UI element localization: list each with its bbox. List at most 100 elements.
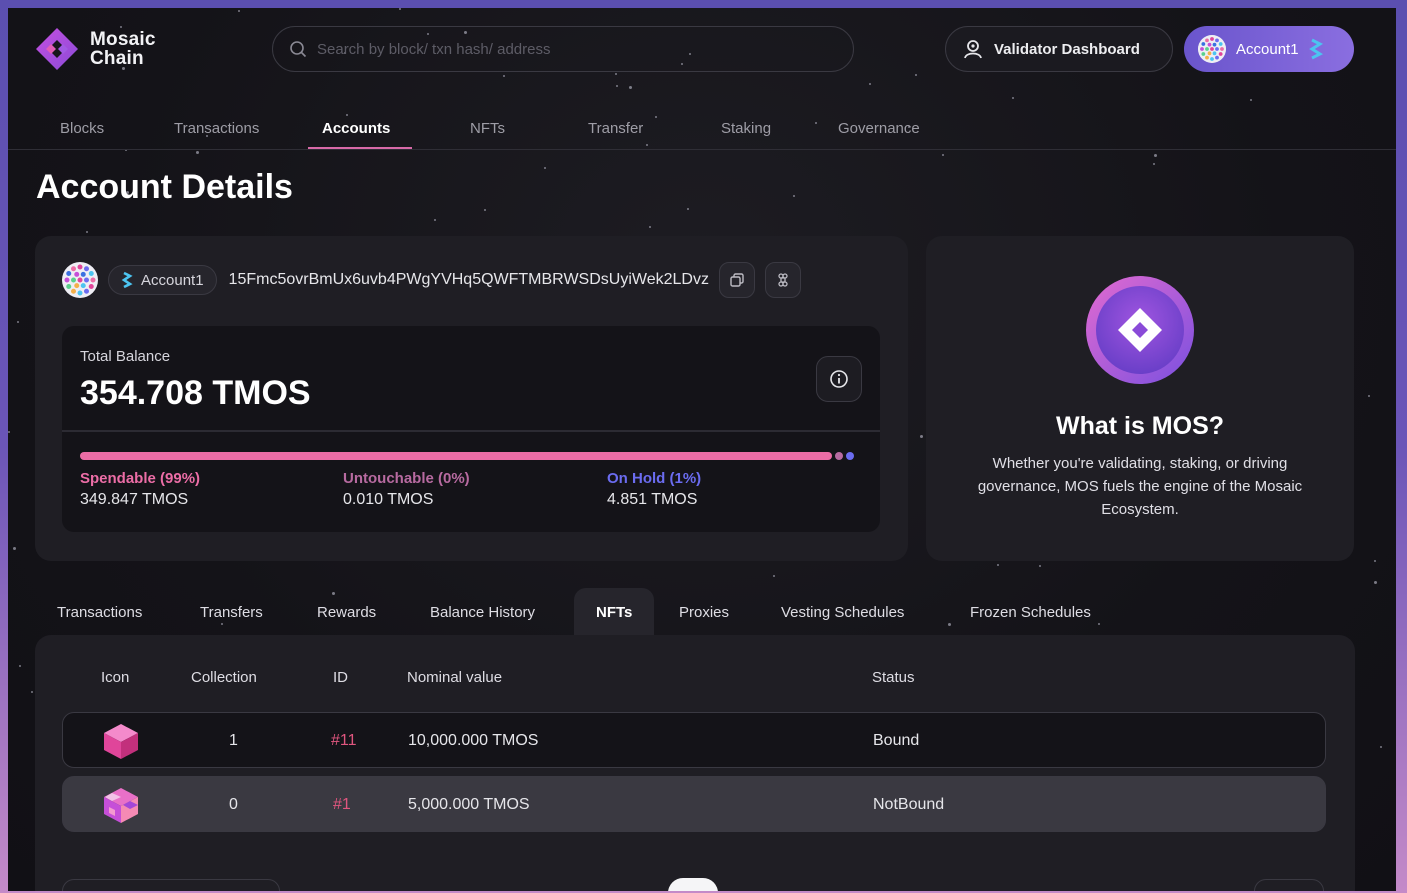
- nav-active-underline: [308, 147, 412, 149]
- account-button[interactable]: Account1: [1184, 26, 1354, 72]
- tab-proxies[interactable]: Proxies: [657, 588, 751, 636]
- on-hold-amount: 4.851 TMOS: [607, 491, 698, 508]
- star-dot: [544, 167, 546, 169]
- nav-item-transactions[interactable]: Transactions: [174, 120, 259, 137]
- star-dot: [196, 151, 199, 154]
- balance-distribution-bar: [80, 452, 862, 460]
- star-dot: [1374, 581, 1377, 584]
- pagination-current-page[interactable]: [668, 878, 718, 891]
- star-dot: [86, 231, 88, 233]
- account-name: Account1: [141, 271, 204, 289]
- tab-nfts[interactable]: NFTs: [574, 588, 655, 636]
- command-icon: [778, 273, 788, 287]
- column-header-id: ID: [333, 669, 348, 686]
- copy-icon: [730, 273, 744, 287]
- nav-item-governance[interactable]: Governance: [838, 120, 920, 137]
- account-name-chip: Account1: [108, 265, 217, 295]
- untouchable-column: Untouchable (0%) 0.010 TMOS: [343, 470, 470, 509]
- balance-info-button[interactable]: [816, 356, 862, 402]
- tab-transactions[interactable]: Transactions: [35, 588, 164, 636]
- app-window: Mosaic Chain Validator Dashboard Account…: [8, 8, 1396, 891]
- untouchable-label: Untouchable (0%): [343, 470, 470, 487]
- info-icon: [830, 370, 848, 388]
- identicon-icon: [1198, 35, 1226, 63]
- star-dot: [1153, 163, 1155, 165]
- tab-transfers[interactable]: Transfers: [178, 588, 285, 636]
- untouchable-bar-segment: [835, 452, 843, 460]
- what-is-mos-card: What is MOS? Whether you're validating, …: [926, 236, 1354, 561]
- star-dot: [793, 195, 795, 197]
- account-tabs: Transactions Transfers Rewards Balance H…: [35, 588, 1355, 636]
- mosaic-logo-icon: [36, 28, 78, 70]
- nft-mosaic-cube-icon: [104, 788, 138, 823]
- star-dot: [615, 73, 617, 75]
- on-hold-label: On Hold (1%): [607, 470, 702, 487]
- star-dot: [13, 547, 16, 550]
- collection-cell: 1: [229, 732, 238, 749]
- star-dot: [997, 564, 999, 566]
- info-description: Whether you're validating, staking, or d…: [977, 455, 1303, 518]
- validator-user-icon: [964, 40, 982, 59]
- nav-item-blocks[interactable]: Blocks: [60, 120, 104, 137]
- qr-code-button[interactable]: [764, 262, 801, 298]
- spendable-bar-segment: [80, 452, 832, 460]
- account-address: 15Fmc5ovrBmUx6uvb4PWgYVHq5QWFTMBRWSDsUyi…: [228, 271, 709, 288]
- tab-rewards[interactable]: Rewards: [295, 588, 398, 636]
- nav-item-staking[interactable]: Staking: [721, 120, 771, 137]
- spendable-label: Spendable (99%): [80, 470, 201, 487]
- search-icon: [290, 41, 307, 58]
- table-row[interactable]: 1 #11 10,000.000 TMOS Bound: [62, 712, 1326, 768]
- untouchable-amount: 0.010 TMOS: [343, 491, 434, 508]
- copy-address-button[interactable]: [718, 262, 755, 298]
- star-dot: [616, 85, 618, 87]
- nft-cube-icon: [104, 724, 138, 759]
- star-dot: [915, 74, 917, 76]
- nav-item-accounts[interactable]: Accounts: [322, 120, 390, 137]
- account-identity-row: Account1 15Fmc5ovrBmUx6uvb4PWgYVHq5QWFTM…: [62, 262, 801, 298]
- brand-line-2: Chain: [90, 48, 144, 69]
- page-size-select[interactable]: [62, 879, 280, 891]
- star-dot: [484, 209, 486, 211]
- star-dot: [1380, 746, 1382, 748]
- search-bar[interactable]: [272, 26, 854, 72]
- balance-panel: Total Balance 354.708 TMOS Spendable (99…: [62, 326, 880, 532]
- tab-frozen-schedules[interactable]: Frozen Schedules: [948, 588, 1113, 636]
- star-dot: [942, 154, 944, 156]
- star-dot: [19, 665, 21, 667]
- balance-divider: [62, 430, 880, 432]
- star-dot: [869, 83, 871, 85]
- substrate-logo-icon: [121, 271, 133, 289]
- info-title: What is MOS?: [1055, 412, 1225, 440]
- star-dot: [434, 219, 436, 221]
- star-dot: [1250, 99, 1252, 101]
- status-cell: NotBound: [873, 796, 945, 813]
- brand-name: Mosaic Chain: [90, 30, 156, 68]
- star-dot: [8, 431, 10, 433]
- nav-item-nfts[interactable]: NFTs: [470, 120, 505, 137]
- total-balance-value: 354.708 TMOS: [80, 374, 311, 412]
- star-dot: [629, 86, 632, 89]
- search-input[interactable]: [317, 40, 817, 58]
- column-header-collection: Collection: [191, 669, 257, 686]
- account-avatar: [1198, 35, 1226, 63]
- column-header-icon: Icon: [101, 669, 130, 686]
- validator-dashboard-button[interactable]: Validator Dashboard: [945, 26, 1173, 72]
- star-dot: [1374, 560, 1376, 562]
- on-hold-column: On Hold (1%) 4.851 TMOS: [607, 470, 701, 509]
- validator-dashboard-label: Validator Dashboard: [994, 40, 1140, 58]
- nav-item-transfer[interactable]: Transfer: [588, 120, 643, 137]
- column-header-nominal-value: Nominal value: [407, 669, 503, 686]
- table-row[interactable]: 0 #1 5,000.000 TMOS NotBound: [62, 776, 1326, 832]
- tab-balance-history[interactable]: Balance History: [408, 588, 557, 636]
- star-dot: [1039, 565, 1041, 567]
- pagination-next-button[interactable]: [1254, 879, 1324, 891]
- star-dot: [399, 8, 401, 10]
- nft-id-link[interactable]: #11: [331, 732, 357, 750]
- brand-logo[interactable]: Mosaic Chain: [34, 26, 156, 72]
- tab-vesting-schedules[interactable]: Vesting Schedules: [759, 588, 926, 636]
- account-identicon-icon: [62, 262, 98, 298]
- brand-line-1: Mosaic: [90, 29, 156, 50]
- spendable-amount: 349.847 TMOS: [80, 491, 189, 508]
- star-dot: [649, 226, 651, 228]
- nft-id-link[interactable]: #1: [333, 796, 351, 814]
